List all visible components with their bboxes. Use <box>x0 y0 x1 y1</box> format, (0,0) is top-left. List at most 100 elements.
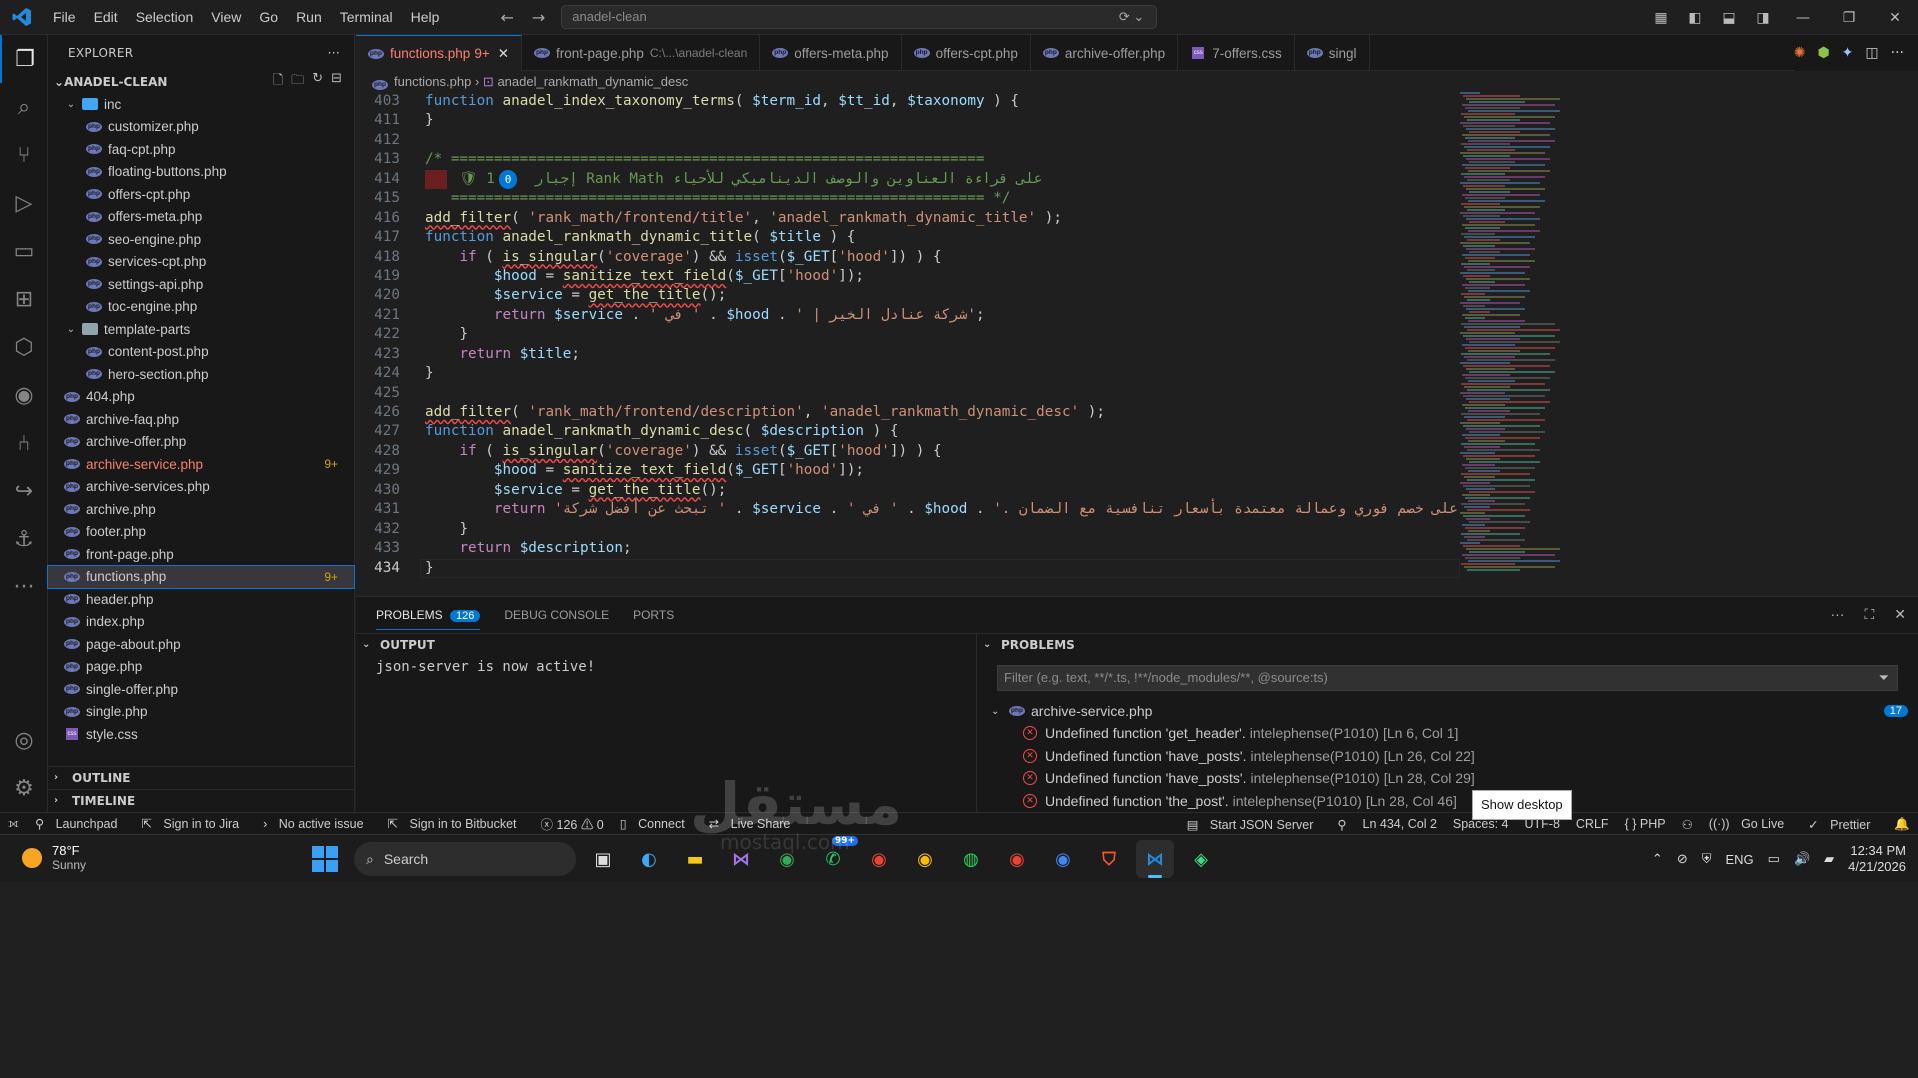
toggle-panel-icon[interactable]: ⬓ <box>1712 10 1746 26</box>
tree-file[interactable]: php single-offer.php <box>48 678 354 701</box>
menu-file[interactable]: File <box>44 0 85 35</box>
hex-extension-icon[interactable]: ⬢ <box>1817 45 1829 61</box>
tree-file[interactable]: css style.css <box>48 723 354 746</box>
remote-explorer-icon[interactable]: ▭ <box>0 227 48 275</box>
refresh-icon[interactable]: ↻ <box>312 71 323 93</box>
status-cursor-position[interactable]: Ln 434, Col 2 <box>1355 817 1445 831</box>
tree-file[interactable]: php archive-offer.php <box>48 431 354 454</box>
output-header[interactable]: ⌄ OUTPUT <box>356 633 976 655</box>
code-editor[interactable]: 403 function anadel_index_taxonomy_terms(… <box>356 92 1460 578</box>
search-icon[interactable]: ⌕ <box>0 83 48 131</box>
close-window-icon[interactable]: ✕ <box>1872 10 1918 26</box>
tab-problems[interactable]: PROBLEMS 126 <box>376 599 481 630</box>
tree-file[interactable]: php offers-cpt.php <box>48 183 354 206</box>
vscode-taskbar-icon[interactable]: ⋈ <box>1136 840 1174 878</box>
problems-header[interactable]: ⌄ PROBLEMS <box>977 633 1918 655</box>
close-panel-icon[interactable]: ✕ <box>1894 606 1906 623</box>
tree-file[interactable]: php hero-section.php <box>48 363 354 386</box>
collapse-all-icon[interactable]: ⊟ <box>331 71 342 93</box>
breadcrumb-symbol[interactable]: anadel_rankmath_dynamic_desc <box>497 74 688 89</box>
edge-icon[interactable]: ◐ <box>630 840 668 878</box>
editor-more-icon[interactable]: ··· <box>1891 45 1904 61</box>
status-connect[interactable]: ▯ Connect <box>612 816 701 831</box>
close-tab-icon[interactable]: ✕ <box>498 46 509 62</box>
taskbar-search[interactable]: ⌕ Search <box>354 842 576 876</box>
github-icon[interactable]: ◉ <box>0 371 48 419</box>
workspace-folder[interactable]: ⌄ANADEL-CLEAN 🗋 🗀 ↻ ⊟ <box>48 71 354 93</box>
file-explorer-icon[interactable]: ▬ <box>676 840 714 878</box>
tray-battery-icon[interactable]: ▰ <box>1824 851 1834 867</box>
live-share-icon[interactable]: ↪ <box>0 467 48 515</box>
status-issue[interactable]: › No active issue <box>255 817 379 831</box>
new-file-icon[interactable]: 🗋 <box>273 71 283 93</box>
tree-file[interactable]: php seo-engine.php <box>48 228 354 251</box>
minimap[interactable] <box>1460 92 1560 578</box>
filter-funnel-icon[interactable]: ⏷ <box>1879 666 1889 690</box>
tree-file[interactable]: php settings-api.php <box>48 273 354 296</box>
copilot-star-icon[interactable]: ✦ <box>1842 45 1854 61</box>
status-prettier[interactable]: ✓ Prettier <box>1800 817 1886 832</box>
maximize-panel-icon[interactable]: ⛶ <box>1864 606 1874 623</box>
chrome-profile-1-icon[interactable]: ◉ <box>768 840 806 878</box>
status-problems[interactable]: ⓧ 126 ⚠ 0 <box>533 814 612 833</box>
menu-edit[interactable]: Edit <box>85 0 127 35</box>
brave-icon[interactable]: ⛉ <box>1090 840 1128 878</box>
toggle-secondary-sidebar-icon[interactable]: ◨ <box>1746 10 1780 26</box>
panel-more-icon[interactable]: ··· <box>1830 606 1844 623</box>
windows-start-icon[interactable] <box>312 846 338 872</box>
tray-defender-icon[interactable]: ⛨ <box>1702 851 1712 867</box>
tree-file[interactable]: php faq-cpt.php <box>48 138 354 161</box>
more-icon[interactable]: ··· <box>0 563 48 611</box>
explorer-more-icon[interactable]: ··· <box>328 46 340 60</box>
chrome-profile-5-icon[interactable]: ◉ <box>1044 840 1082 878</box>
status-go-live[interactable]: ((·)) Go Live <box>1701 817 1800 831</box>
tree-file[interactable]: php archive.php <box>48 498 354 521</box>
run-debug-icon[interactable]: ▷ <box>0 179 48 227</box>
editor-tab[interactable]: php archive-offer.php <box>1031 35 1179 71</box>
remote-indicator-icon[interactable]: ⟗ <box>0 816 27 831</box>
forward-arrow-icon[interactable]: → <box>532 8 545 27</box>
tree-file[interactable]: php front-page.php <box>48 543 354 566</box>
explorer-icon[interactable]: ❐ <box>0 35 48 83</box>
menu-run[interactable]: Run <box>287 0 331 35</box>
git-graph-icon[interactable]: ⑃ <box>0 419 48 467</box>
problem-file-row[interactable]: ⌄ php archive-service.php 17 <box>977 700 1918 722</box>
status-jira[interactable]: ⇱ Sign in to Jira <box>133 816 255 831</box>
tree-file[interactable]: php page.php <box>48 656 354 679</box>
status-language[interactable]: { } PHP <box>1617 817 1674 831</box>
tree-file[interactable]: php customizer.php <box>48 116 354 139</box>
editor-tab[interactable]: php offers-meta.php <box>760 35 902 71</box>
anchor-icon[interactable]: ⚓ <box>0 515 48 563</box>
status-json-server[interactable]: ▤ Start JSON Server <box>1179 817 1330 832</box>
back-arrow-icon[interactable]: ← <box>500 8 513 27</box>
status-live-share[interactable]: ⇄ Live Share <box>701 816 807 831</box>
tree-file[interactable]: php functions.php 9+ <box>47 564 355 589</box>
editor-tab[interactable]: php offers-cpt.php <box>902 35 1031 71</box>
visual-studio-icon[interactable]: ⋈ <box>722 840 760 878</box>
tree-file[interactable]: php single.php <box>48 701 354 724</box>
tree-file[interactable]: php archive-services.php <box>48 476 354 499</box>
customize-layout-icon[interactable]: ▦ <box>1644 10 1678 26</box>
source-control-icon[interactable]: ⑂ <box>0 131 48 179</box>
problem-item[interactable]: ✕ Undefined function 'get_header'. intelep… <box>977 722 1918 745</box>
spotify-icon[interactable]: ◍ <box>952 840 990 878</box>
restore-icon[interactable]: ❐ <box>1826 10 1872 26</box>
tree-file[interactable]: php footer.php <box>48 521 354 544</box>
tray-display-icon[interactable]: ▭ <box>1768 851 1780 867</box>
tree-file[interactable]: php 404.php <box>48 386 354 409</box>
tree-file[interactable]: php offers-meta.php <box>48 206 354 229</box>
tray-volume-icon[interactable]: 🔊 <box>1794 851 1810 867</box>
minimize-icon[interactable]: — <box>1780 10 1826 26</box>
tree-file[interactable]: php header.php <box>48 588 354 611</box>
tree-folder[interactable]: ⌄ template-parts <box>48 318 354 341</box>
status-location-icon[interactable]: ⚲ <box>1329 817 1354 832</box>
copilot-status-icon[interactable]: ⚇ <box>1674 817 1701 832</box>
problem-item[interactable]: ✕ Undefined function 'have_posts'. intelep… <box>977 745 1918 768</box>
tree-file[interactable]: php page-about.php <box>48 633 354 656</box>
status-launchpad[interactable]: ⚲ Launchpad <box>27 816 134 831</box>
extensions-icon[interactable]: ⊞ <box>0 275 48 323</box>
chrome-profile-2-icon[interactable]: ◉ <box>860 840 898 878</box>
tab-debug-console[interactable]: DEBUG CONSOLE <box>504 608 609 622</box>
problem-item[interactable]: ✕ Undefined function 'the_post'. intelephe… <box>977 790 1918 813</box>
tree-file[interactable]: php toc-engine.php <box>48 296 354 319</box>
